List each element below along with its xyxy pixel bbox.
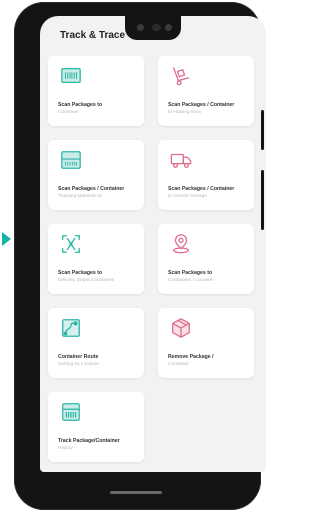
remove-box-icon bbox=[172, 318, 190, 338]
delivery-truck-icon bbox=[170, 153, 192, 168]
tile-label: Container Route bbox=[58, 354, 99, 360]
tile-label: Scan Packages to bbox=[58, 102, 103, 108]
front-camera-icon bbox=[137, 24, 144, 31]
tile-label: Scan Packages / Container bbox=[168, 102, 235, 108]
tile-track-history[interactable]: Track Package/Container History bbox=[48, 392, 144, 462]
hand-truck-icon bbox=[173, 67, 189, 86]
front-camera-icon bbox=[152, 24, 161, 31]
tile-sublabel: Delivery Depot Containers bbox=[58, 278, 114, 283]
tile-sublabel: History bbox=[58, 446, 73, 451]
camera-notch bbox=[125, 16, 181, 40]
tile-scan-to-holding-area[interactable]: Scan Packages / Container to Holding Are… bbox=[158, 56, 254, 126]
tile-label: Track Package/Container bbox=[58, 438, 120, 444]
tile-label: Scan Packages to bbox=[58, 270, 103, 276]
route-map-icon bbox=[62, 319, 80, 337]
phone-frame: Track & Trace Scan Packages to Container bbox=[14, 2, 266, 510]
tile-sublabel: Sorting by Location bbox=[58, 362, 100, 367]
manifest-id-icon bbox=[61, 151, 81, 169]
tile-scan-to-containers-location[interactable]: Scan Packages to Containers / Location bbox=[158, 224, 254, 294]
page-title: Track & Trace bbox=[60, 30, 126, 41]
location-pin-icon bbox=[173, 234, 189, 254]
tile-scan-to-delivery-depot[interactable]: Scan Packages to Delivery Depot Containe… bbox=[48, 224, 144, 294]
power-button[interactable] bbox=[261, 110, 264, 150]
tile-scan-packages-to-container[interactable]: Scan Packages to Container bbox=[48, 56, 144, 126]
tile-scan-to-vehicle-storage[interactable]: Scan Packages / Container to Vehicle Sto… bbox=[158, 140, 254, 210]
tile-sublabel: Container bbox=[58, 110, 79, 115]
tile-label: Scan Packages / Container bbox=[58, 186, 125, 192]
history-barcode-icon bbox=[62, 403, 80, 421]
tile-tracking-manifest-id[interactable]: Scan Packages / Container Tracking Manif… bbox=[48, 140, 144, 210]
tile-sublabel: Containers / Location bbox=[168, 278, 214, 283]
pointer-arrow-icon bbox=[2, 232, 11, 246]
scan-package-icon bbox=[62, 235, 80, 253]
barcode-scanner-icon bbox=[61, 68, 81, 84]
sensor-icon bbox=[165, 24, 172, 31]
tile-label: Scan Packages / Container bbox=[168, 186, 235, 192]
volume-button[interactable] bbox=[261, 170, 264, 230]
stage: Track & Trace Scan Packages to Container bbox=[0, 0, 266, 512]
tile-sublabel: to Holding Area bbox=[168, 110, 201, 115]
home-indicator[interactable] bbox=[110, 491, 162, 494]
tile-sublabel: Container bbox=[168, 362, 189, 367]
tile-container-route[interactable]: Container Route Sorting by Location bbox=[48, 308, 144, 378]
tile-label: Remove Package / bbox=[168, 354, 214, 360]
tile-remove-package-container[interactable]: Remove Package / Container bbox=[158, 308, 254, 378]
app-screen: Track & Trace Scan Packages to Container bbox=[40, 16, 266, 472]
tile-label: Scan Packages to bbox=[168, 270, 213, 276]
tile-sublabel: Tracking Manifest ID bbox=[58, 194, 102, 199]
tile-sublabel: to Vehicle Storage bbox=[168, 194, 207, 199]
